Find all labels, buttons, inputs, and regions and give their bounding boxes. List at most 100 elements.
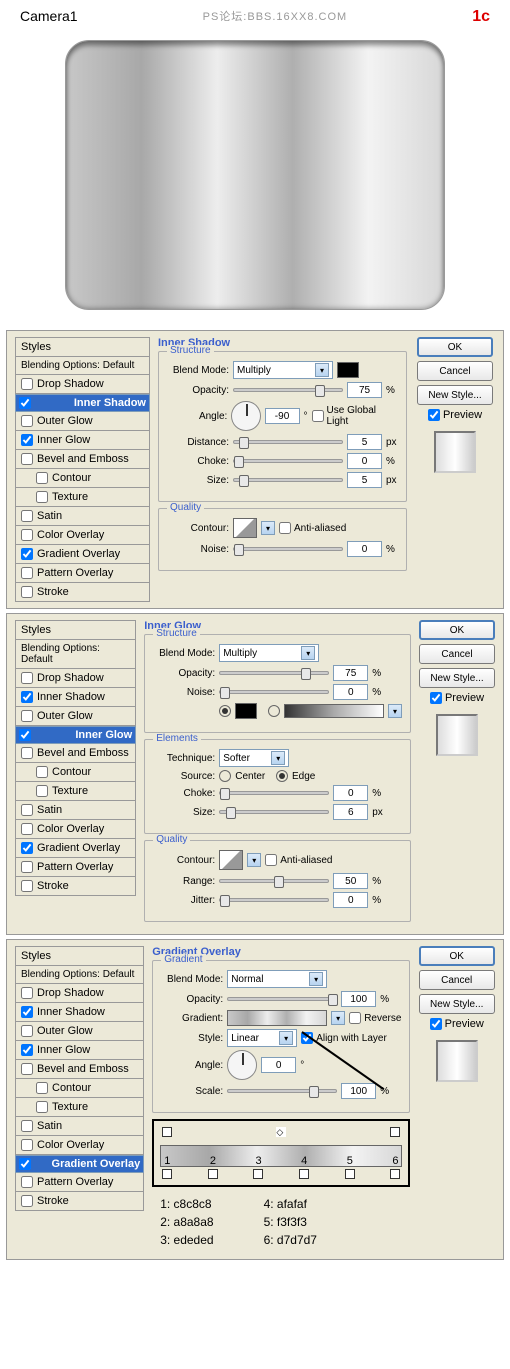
- scale-input[interactable]: [341, 1083, 376, 1099]
- noise-input[interactable]: [347, 541, 382, 557]
- opacity-stop[interactable]: [390, 1127, 400, 1137]
- new-style-button[interactable]: New Style...: [419, 668, 495, 688]
- new-style-button[interactable]: New Style...: [417, 385, 493, 405]
- ok-button[interactable]: OK: [419, 946, 495, 966]
- reverse-check[interactable]: Reverse: [349, 1012, 401, 1024]
- style-inner-glow[interactable]: Inner Glow: [15, 726, 136, 744]
- style-inner-shadow[interactable]: Inner Shadow: [15, 688, 136, 707]
- gradient-radio[interactable]: [268, 705, 280, 717]
- angle-dial[interactable]: [231, 401, 260, 431]
- color-swatch[interactable]: [235, 703, 257, 719]
- scale-slider[interactable]: [227, 1089, 337, 1093]
- gradient-swatch[interactable]: [284, 704, 384, 718]
- style-drop-shadow[interactable]: Drop Shadow: [15, 984, 144, 1003]
- chevron-down-icon[interactable]: ▾: [388, 704, 402, 718]
- style-pattern-overlay[interactable]: Pattern Overlay: [15, 564, 150, 583]
- style-stroke[interactable]: Stroke: [15, 877, 136, 896]
- style-texture[interactable]: Texture: [15, 1098, 144, 1117]
- color-stop[interactable]: [299, 1169, 309, 1179]
- ok-button[interactable]: OK: [419, 620, 495, 640]
- style-contour[interactable]: Contour: [15, 763, 136, 782]
- opacity-slider[interactable]: [233, 388, 343, 392]
- style-color-overlay[interactable]: Color Overlay: [15, 1136, 144, 1155]
- cancel-button[interactable]: Cancel: [417, 361, 493, 381]
- style-gradient-overlay[interactable]: Gradient Overlay: [15, 1155, 144, 1173]
- opacity-slider[interactable]: [227, 997, 337, 1001]
- color-swatch[interactable]: [337, 362, 359, 378]
- size-input[interactable]: [333, 804, 368, 820]
- chevron-down-icon[interactable]: ▾: [331, 1011, 345, 1025]
- blending-options[interactable]: Blending Options: Default: [15, 357, 150, 375]
- style-satin[interactable]: Satin: [15, 1117, 144, 1136]
- chevron-down-icon[interactable]: ▾: [247, 853, 261, 867]
- angle-dial[interactable]: [227, 1050, 257, 1080]
- opacity-stop[interactable]: [162, 1127, 172, 1137]
- style-satin[interactable]: Satin: [15, 507, 150, 526]
- color-stop[interactable]: [345, 1169, 355, 1179]
- technique-select[interactable]: Softer▾: [219, 749, 289, 767]
- style-gradient-overlay[interactable]: Gradient Overlay: [15, 839, 136, 858]
- style-inner-shadow[interactable]: Inner Shadow: [15, 1003, 144, 1022]
- color-stop[interactable]: [208, 1169, 218, 1179]
- choke-input[interactable]: [347, 453, 382, 469]
- style-drop-shadow[interactable]: Drop Shadow: [15, 375, 150, 394]
- choke-slider[interactable]: [219, 791, 329, 795]
- style-contour[interactable]: Contour: [15, 1079, 144, 1098]
- blend-mode-select[interactable]: Normal▾: [227, 970, 327, 988]
- style-drop-shadow[interactable]: Drop Shadow: [15, 669, 136, 688]
- angle-input[interactable]: [265, 408, 300, 424]
- cancel-button[interactable]: Cancel: [419, 644, 495, 664]
- size-input[interactable]: [347, 472, 382, 488]
- chevron-down-icon[interactable]: ▾: [261, 521, 275, 535]
- opacity-input[interactable]: [333, 665, 368, 681]
- range-slider[interactable]: [219, 879, 329, 883]
- choke-input[interactable]: [333, 785, 368, 801]
- distance-slider[interactable]: [233, 440, 343, 444]
- anti-aliased-check[interactable]: Anti-aliased: [265, 854, 332, 866]
- contour-picker[interactable]: [233, 518, 257, 538]
- blend-mode-select[interactable]: Multiply▾: [233, 361, 333, 379]
- style-texture[interactable]: Texture: [15, 488, 150, 507]
- noise-input[interactable]: [333, 684, 368, 700]
- style-texture[interactable]: Texture: [15, 782, 136, 801]
- anti-aliased-check[interactable]: Anti-aliased: [279, 522, 346, 534]
- choke-slider[interactable]: [233, 459, 343, 463]
- style-outer-glow[interactable]: Outer Glow: [15, 1022, 144, 1041]
- preview-check[interactable]: Preview: [430, 692, 484, 704]
- jitter-slider[interactable]: [219, 898, 329, 902]
- style-color-overlay[interactable]: Color Overlay: [15, 820, 136, 839]
- gradient-editor[interactable]: ◇ 1 2 3 4 5 6: [152, 1119, 410, 1187]
- noise-slider[interactable]: [219, 690, 329, 694]
- jitter-input[interactable]: [333, 892, 368, 908]
- style-pattern-overlay[interactable]: Pattern Overlay: [15, 1173, 144, 1192]
- distance-input[interactable]: [347, 434, 382, 450]
- style-bevel[interactable]: Bevel and Emboss: [15, 1060, 144, 1079]
- style-color-overlay[interactable]: Color Overlay: [15, 526, 150, 545]
- style-contour[interactable]: Contour: [15, 469, 150, 488]
- color-stop[interactable]: [390, 1169, 400, 1179]
- style-inner-shadow[interactable]: Inner Shadow: [15, 394, 150, 412]
- preview-check[interactable]: Preview: [430, 1018, 484, 1030]
- style-pattern-overlay[interactable]: Pattern Overlay: [15, 858, 136, 877]
- style-inner-glow[interactable]: Inner Glow: [15, 431, 150, 450]
- style-outer-glow[interactable]: Outer Glow: [15, 412, 150, 431]
- edge-radio[interactable]: [276, 770, 288, 782]
- style-outer-glow[interactable]: Outer Glow: [15, 707, 136, 726]
- contour-picker[interactable]: [219, 850, 243, 870]
- global-light-check[interactable]: Use Global Light: [312, 405, 398, 427]
- color-stop[interactable]: [162, 1169, 172, 1179]
- style-select[interactable]: Linear▾: [227, 1029, 297, 1047]
- size-slider[interactable]: [233, 478, 343, 482]
- size-slider[interactable]: [219, 810, 329, 814]
- style-stroke[interactable]: Stroke: [15, 583, 150, 602]
- style-inner-glow[interactable]: Inner Glow: [15, 1041, 144, 1060]
- midpoint-icon[interactable]: ◇: [276, 1127, 286, 1137]
- blending-options[interactable]: Blending Options: Default: [15, 966, 144, 984]
- preview-check[interactable]: Preview: [428, 409, 482, 421]
- opacity-input[interactable]: [347, 382, 382, 398]
- center-radio[interactable]: [219, 770, 231, 782]
- range-input[interactable]: [333, 873, 368, 889]
- blend-mode-select[interactable]: Multiply▾: [219, 644, 319, 662]
- noise-slider[interactable]: [233, 547, 343, 551]
- style-satin[interactable]: Satin: [15, 801, 136, 820]
